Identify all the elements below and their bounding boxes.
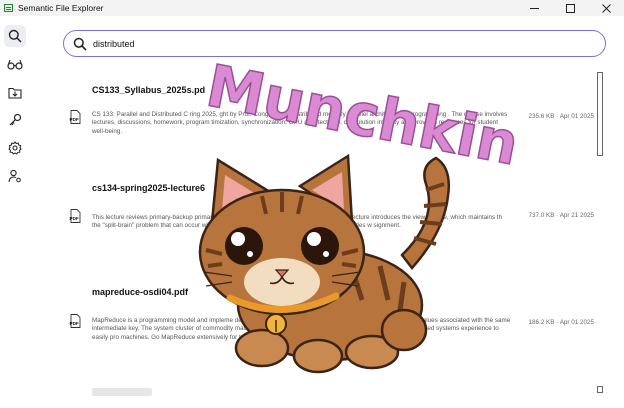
result-title[interactable]: cs134-spring2025-lecture6: [92, 183, 205, 193]
scrollbar-thumb[interactable]: [597, 72, 603, 156]
sidebar-item-user-settings[interactable]: [4, 165, 26, 187]
title-bar: Semantic File Explorer: [0, 0, 624, 16]
file-size: 186.2 KB: [528, 319, 555, 326]
result-meta: 235.6 KB · Apr 01 2025: [529, 113, 595, 120]
svg-text:PDF: PDF: [70, 321, 79, 326]
window-controls: [516, 0, 624, 16]
scrollbar[interactable]: [596, 70, 604, 400]
app-icon: [4, 4, 13, 12]
folder-import-icon: [8, 87, 22, 99]
file-date: Apr 01 2025: [559, 319, 594, 326]
svg-text:PDF: PDF: [70, 216, 79, 221]
next-result-peek: [92, 388, 152, 396]
svg-text:PDF: PDF: [70, 117, 79, 122]
user-gear-icon: [8, 169, 21, 183]
sidebar: [0, 16, 32, 408]
result-meta: 186.2 KB · Apr 01 2025: [529, 319, 595, 326]
gear-icon: [8, 141, 22, 155]
sidebar-item-import[interactable]: [4, 81, 26, 103]
result-description: This lecture reviews primary-backup prim…: [92, 214, 503, 230]
sidebar-item-settings[interactable]: [4, 137, 26, 159]
minimize-button[interactable]: [516, 0, 552, 16]
meta-separator: ·: [556, 319, 559, 326]
maximize-button[interactable]: [552, 0, 588, 16]
pdf-file-icon: PDF: [70, 314, 81, 328]
search-icon: [8, 29, 22, 43]
result-description: CS 133: Parallel and Distributed C ring …: [92, 111, 508, 135]
search-bar[interactable]: [63, 30, 606, 57]
key-icon: [9, 113, 22, 126]
close-icon: [601, 3, 611, 13]
minimize-icon: [529, 7, 539, 9]
file-date: Apr 01 2025: [559, 113, 594, 120]
sidebar-item-search[interactable]: [4, 25, 26, 47]
window-title: Semantic File Explorer: [18, 3, 104, 13]
close-window-button[interactable]: [588, 0, 624, 16]
search-icon: [73, 37, 87, 51]
file-size: 235.6 KB: [528, 113, 555, 120]
result-description: MapReduce is a programming model and imp…: [92, 317, 511, 341]
result-title[interactable]: mapreduce-osdi04.pdf: [92, 287, 188, 297]
meta-separator: ·: [556, 113, 559, 120]
pdf-file-icon: PDF: [70, 209, 81, 223]
sidebar-item-glasses[interactable]: [4, 53, 26, 75]
file-size: 737.0 KB: [528, 212, 555, 219]
meta-separator: ·: [556, 212, 559, 219]
maximize-icon: [565, 3, 575, 13]
sidebar-item-key[interactable]: [4, 109, 26, 131]
result-meta: 737.0 KB · Apr 21 2025: [529, 212, 595, 219]
search-input[interactable]: [93, 38, 573, 49]
pdf-file-icon: PDF: [70, 110, 81, 124]
results-list: CS133_Syllabus_2025s.pd PDF CS 133: Para…: [64, 70, 594, 400]
file-date: Apr 21 2025: [559, 212, 594, 219]
glasses-icon: [7, 59, 23, 70]
scrollbar-end[interactable]: [597, 386, 603, 393]
result-title[interactable]: CS133_Syllabus_2025s.pd: [92, 85, 205, 95]
